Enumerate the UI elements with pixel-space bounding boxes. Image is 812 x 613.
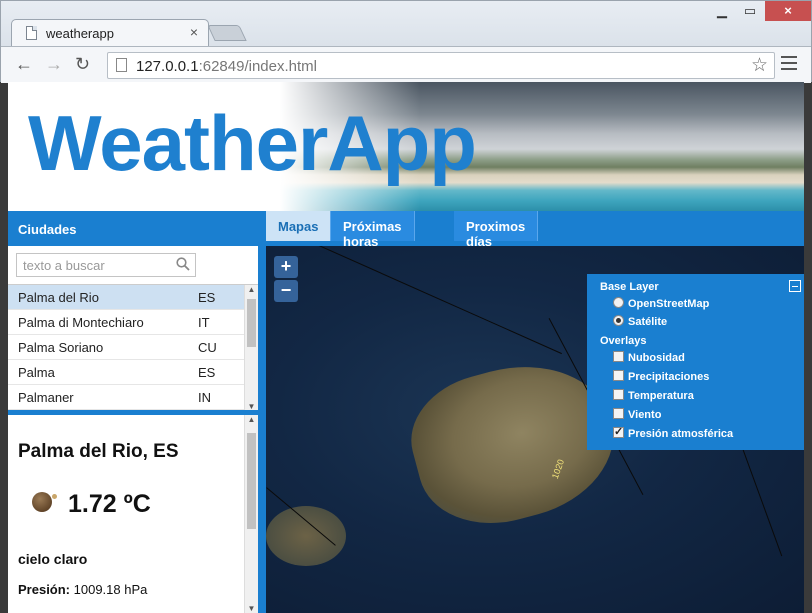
url-text: 127.0.0.1:62849/index.html [136,58,317,75]
option-label: Presión atmosférica [628,428,734,440]
city-row[interactable]: Palma del Rio ES [8,285,244,310]
city-row[interactable]: Palmaner IN [8,385,244,410]
city-row[interactable]: Palma di Montechiaro IT [8,310,244,335]
tab-proximas-horas[interactable]: Próximas horas [331,211,415,249]
bookmark-star-icon[interactable]: ☆ [751,54,768,77]
cities-heading: Ciudades [8,211,258,246]
tab-proximos-dias[interactable]: Proximos días [454,211,539,249]
pressure-label: Presión: [18,582,71,597]
option-label: Precipitaciones [628,371,710,383]
city-row[interactable]: Palma ES [8,360,244,385]
page-icon [26,26,37,40]
city-list: Palma del Rio ES Palma di Montechiaro IT… [8,284,258,410]
checkbox-temperatura[interactable] [613,389,624,400]
checkbox-viento[interactable] [613,408,624,419]
minimize-icon[interactable]: ▁ [709,1,735,21]
city-name: Palma Soriano [18,340,104,355]
menu-icon[interactable] [781,56,797,74]
new-tab-button[interactable] [207,25,247,41]
temperature-value: 1.72 ºC [68,490,151,518]
base-layer-heading: Base Layer [600,281,659,293]
left-panel: Ciudades texto a buscar Palma del Rio ES… [8,211,258,613]
city-country-code: IN [198,390,211,405]
city-search-input[interactable]: texto a buscar [16,253,196,277]
address-bar[interactable]: 127.0.0.1:62849/index.html ☆ [107,52,775,79]
header-banner: WeatherApp [8,82,804,211]
option-label: Satélite [628,316,668,328]
city-country-code: CU [198,340,217,355]
search-icon[interactable] [176,257,190,271]
maximize-icon[interactable]: ▭ [737,1,763,21]
collapse-icon[interactable] [789,280,801,292]
city-country-code: ES [198,365,216,380]
back-arrow-icon[interactable]: ← [15,54,33,75]
city-name: Palma di Montechiaro [18,315,144,330]
close-window-icon[interactable]: × [765,1,811,21]
isobar-line [266,246,562,355]
scroll-down-icon[interactable]: ▼ [245,604,258,613]
weather-map[interactable]: 1020 + − Base Layer OpenStreetMap Satéli… [266,246,804,613]
weather-condition-icon [32,492,57,512]
layer-switcher: Base Layer OpenStreetMap Satélite Overla… [587,274,804,450]
pressure-value: 1009.18 hPa [73,582,148,597]
option-label: OpenStreetMap [628,298,710,310]
reload-icon[interactable]: ↻ [75,54,90,75]
detail-city-title: Palma del Rio, ES [18,441,179,462]
close-tab-icon[interactable]: × [190,24,198,40]
scrollbar-thumb[interactable] [247,433,256,529]
url-host: 127.0.0.1 [136,58,199,75]
overlays-heading: Overlays [600,335,647,347]
page-content: WeatherApp Ciudades texto a buscar Palma… [8,82,804,613]
scrollbar-thumb[interactable] [247,299,256,347]
pressure-line: Presión: 1009.18 hPa [18,582,147,597]
checkbox-precipitaciones[interactable] [613,370,624,381]
browser-toolbar: ← → ↻ 127.0.0.1:62849/index.html ☆ [1,46,811,83]
island-landmass [266,506,346,566]
option-label: Temperatura [628,390,694,402]
city-name: Palma del Rio [18,290,99,305]
zoom-control: + − [274,254,302,304]
detail-scrollbar[interactable]: ▲ ▼ [244,415,258,613]
checkbox-nubosidad[interactable] [613,351,624,362]
browser-titlebar: weatherapp × ▁ ▭ × [1,1,811,46]
city-country-code: IT [198,315,210,330]
option-label: Viento [628,409,662,421]
scroll-down-icon[interactable]: ▼ [245,402,258,410]
url-path: :62849/index.html [198,58,317,75]
scroll-up-icon[interactable]: ▲ [245,285,258,294]
weather-description: cielo claro [18,551,88,567]
weather-detail: Palma del Rio, ES 1.72 ºC cielo claro Pr… [8,415,258,613]
city-country-code: ES [198,290,216,305]
radio-osm[interactable] [613,297,624,308]
city-name: Palmaner [18,390,74,405]
browser-tab[interactable]: weatherapp × [11,19,209,46]
brand-logo: WeatherApp [28,99,477,187]
city-row[interactable]: Palma Soriano CU [8,335,244,360]
tab-mapas[interactable]: Mapas [266,211,332,241]
checkbox-presion[interactable] [613,425,624,438]
scroll-up-icon[interactable]: ▲ [245,415,258,424]
zoom-out-button[interactable]: − [274,280,298,302]
option-label: Nubosidad [628,352,685,364]
tab-title: weatherapp [46,26,114,41]
zoom-in-button[interactable]: + [274,256,298,278]
search-placeholder: texto a buscar [23,258,105,273]
radio-satellite[interactable] [613,315,624,326]
city-name: Palma [18,365,55,380]
city-list-scrollbar[interactable]: ▲ ▼ [244,285,258,410]
browser-window: weatherapp × ▁ ▭ × ← → ↻ 127.0.0.1:62849… [0,0,812,83]
forward-arrow-icon[interactable]: → [45,54,63,75]
page-info-icon[interactable] [116,58,127,72]
right-panel: Mapas Próximas horas Proximos días 1020 … [258,211,804,613]
